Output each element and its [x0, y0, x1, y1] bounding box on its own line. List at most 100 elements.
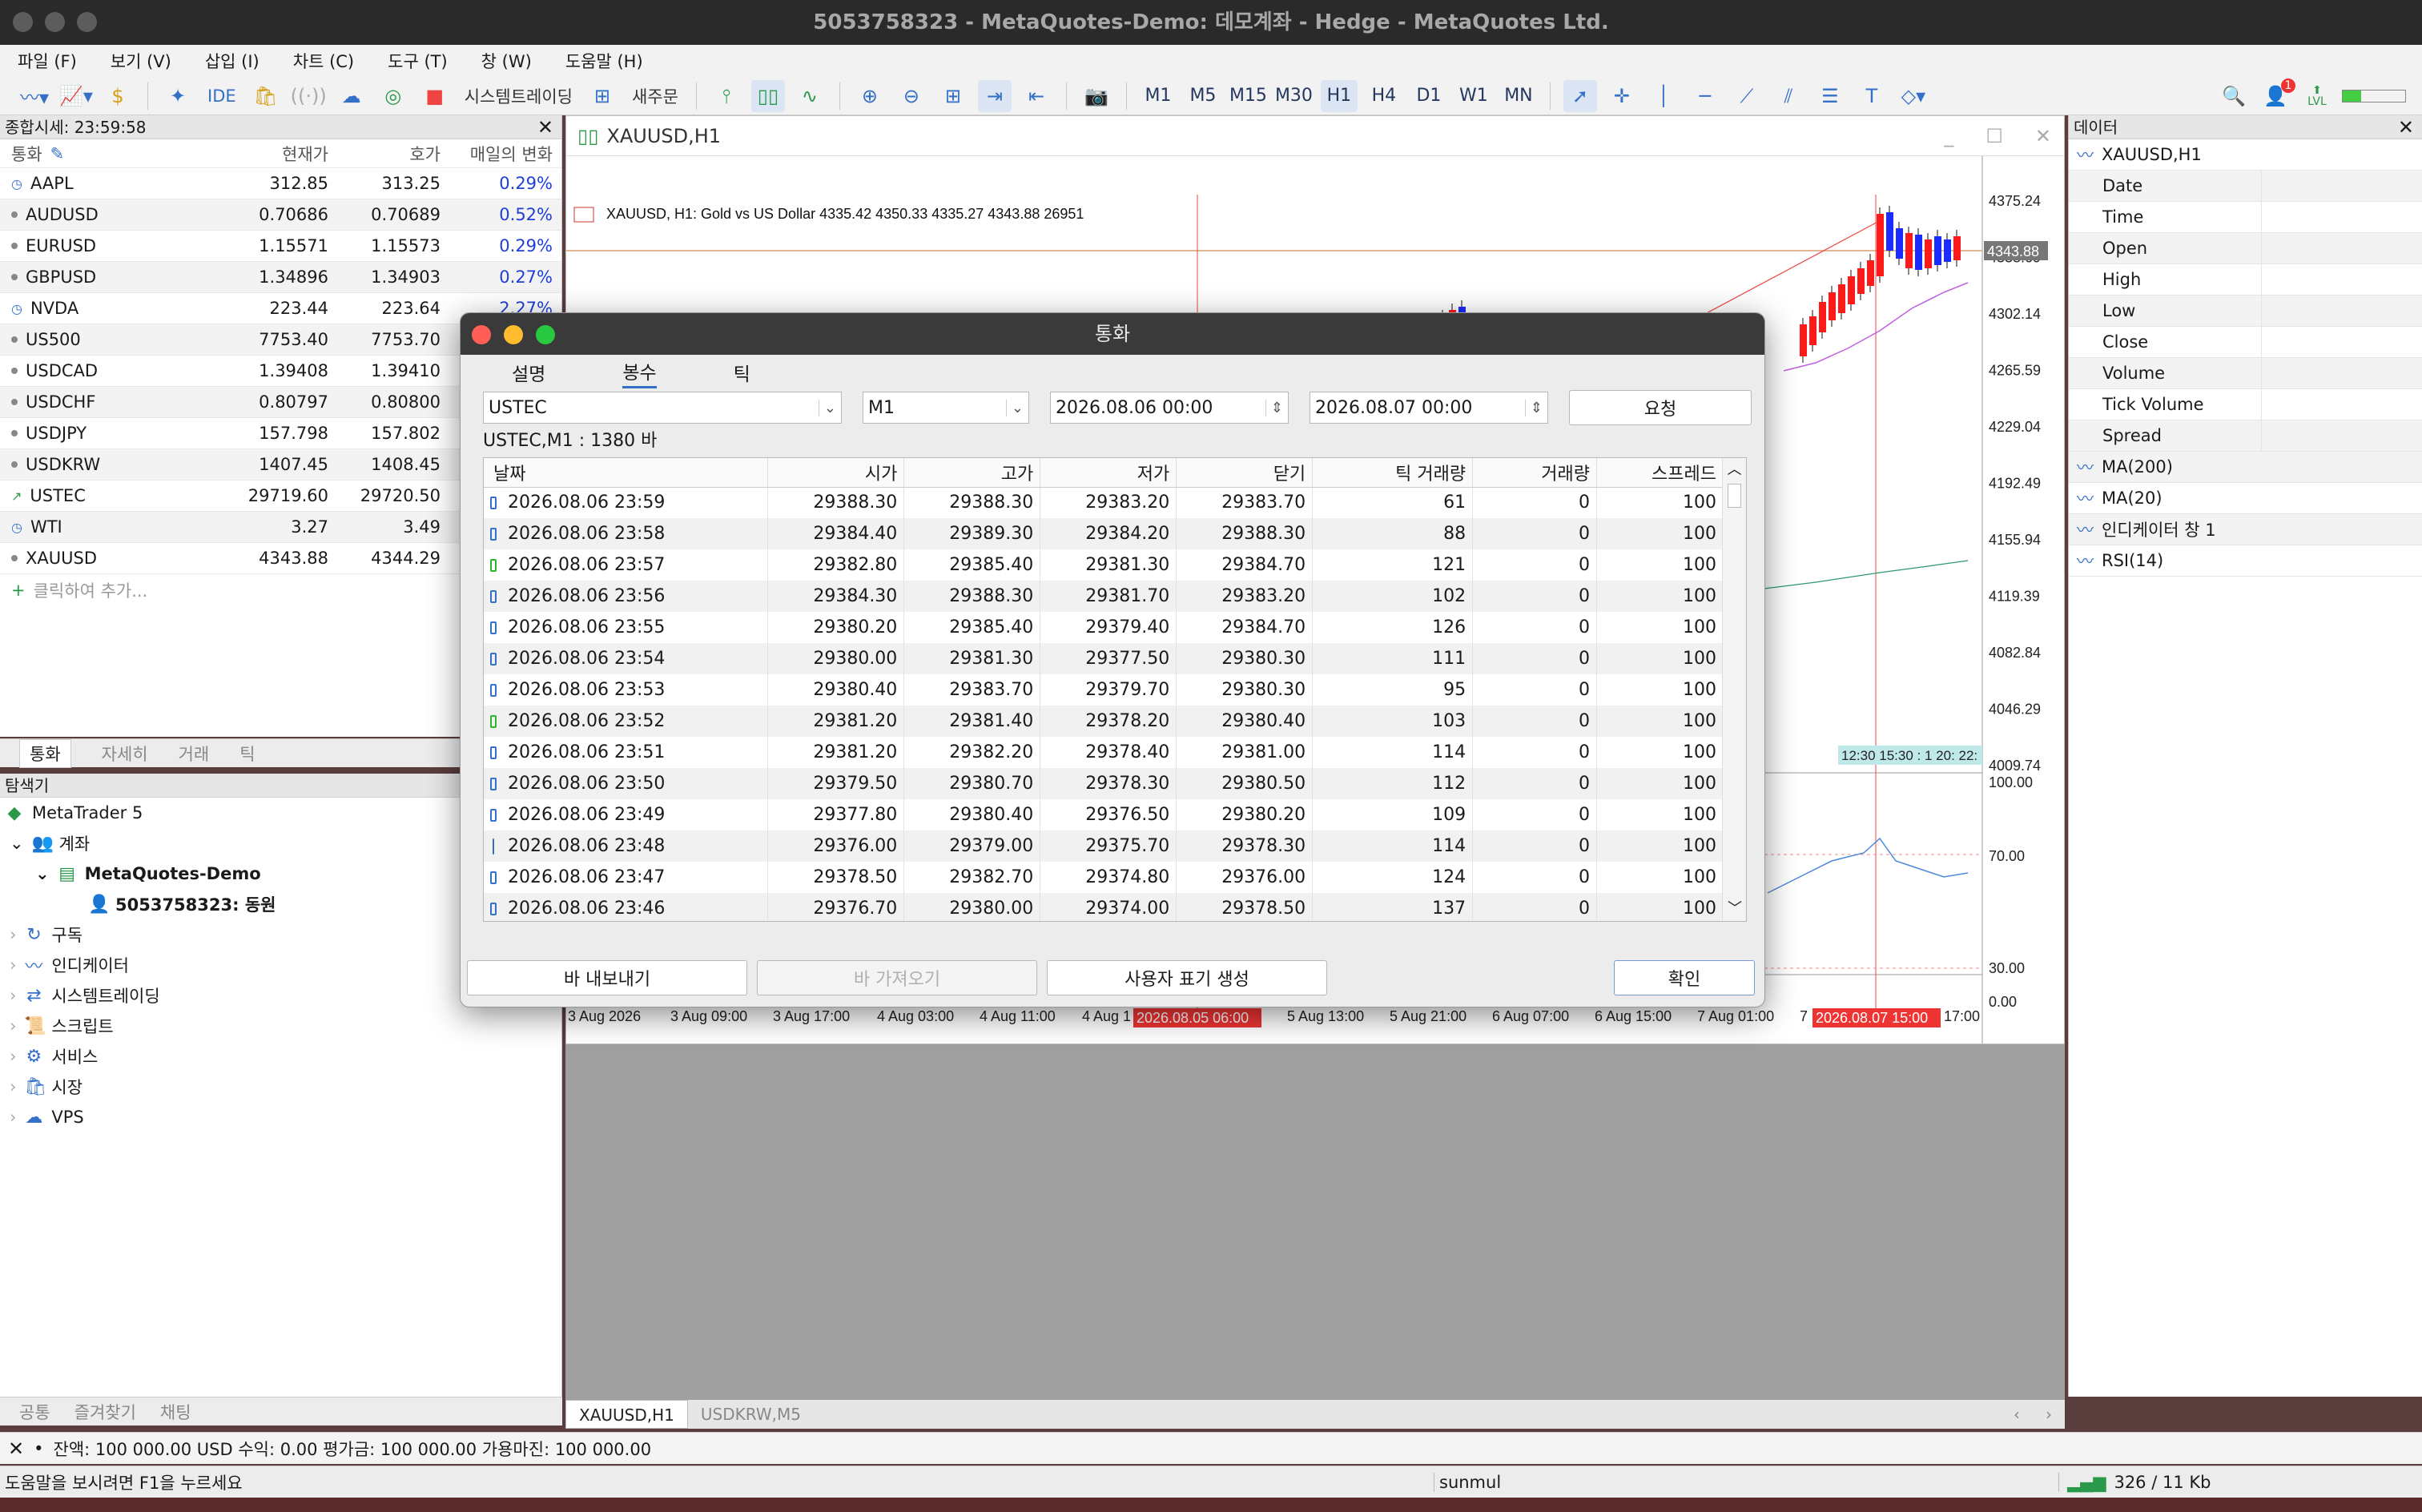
tab-symbols[interactable]: 통화 — [19, 738, 71, 768]
col-volume[interactable]: 거래량 — [1472, 458, 1597, 488]
menu-view[interactable]: 보기 (V) — [111, 49, 171, 73]
candle-chart-icon[interactable]: ▯▯ — [750, 79, 785, 112]
profile-name[interactable]: sunmul — [1434, 1472, 2058, 1492]
crosshair-icon[interactable]: ✛ — [1605, 80, 1639, 112]
cursor-icon[interactable]: ➚ — [1563, 79, 1597, 112]
menu-help[interactable]: 도움말 (H) — [565, 49, 643, 73]
shapes-icon[interactable]: ◇▾ — [1897, 80, 1930, 112]
sparkle-icon[interactable]: ✦ — [161, 80, 195, 112]
tab-chart-xauusd[interactable]: XAUUSD,H1 — [565, 1400, 688, 1429]
table-row[interactable]: 2026.08.06 23:55 29380.20 29385.40 29379.40… — [484, 612, 1724, 643]
stepper-icon[interactable]: ⇕ — [1265, 399, 1283, 416]
horizontal-line-icon[interactable]: ─ — [1688, 80, 1722, 112]
tab-favorites[interactable]: 즐겨찾기 — [74, 1400, 136, 1424]
minimize-window-button[interactable] — [45, 12, 65, 32]
table-row[interactable]: 2026.08.06 23:53 29380.40 29383.70 29379.70… — [484, 674, 1724, 706]
market-watch-row[interactable]: EURUSD 1.15571 1.15573 0.29% — [0, 231, 561, 262]
ide-button[interactable]: IDE — [203, 80, 241, 112]
tab-trading[interactable]: 거래 — [179, 742, 210, 766]
market-watch-row[interactable]: AUDUSD 0.70686 0.70689 0.52% — [0, 199, 561, 231]
col-high[interactable]: 고가 — [903, 458, 1041, 488]
edit-icon[interactable]: ✎ — [50, 144, 65, 163]
tab-ticks[interactable]: 틱 — [239, 742, 255, 766]
scroll-thumb[interactable] — [1728, 484, 1741, 508]
import-bars-button[interactable]: 바 가져오기 — [757, 960, 1037, 995]
vps-icon[interactable]: ◎ — [376, 80, 410, 112]
col-bid[interactable]: 현재가 — [224, 142, 336, 166]
menu-charts[interactable]: 차트 (C) — [293, 49, 354, 73]
dialog-zoom-button[interactable] — [536, 325, 555, 344]
col-spread[interactable]: 스프레드 — [1596, 458, 1724, 488]
screenshot-icon[interactable]: 📷 — [1080, 80, 1113, 112]
tab-dialog-ticks[interactable]: 틱 — [734, 359, 750, 386]
close-icon[interactable]: ✕ — [2398, 115, 2414, 139]
scroll-left-icon[interactable]: ‹ — [2001, 1400, 2033, 1429]
scroll-up-icon[interactable]: ︿ — [1723, 458, 1746, 482]
minimize-icon[interactable]: _ — [1944, 125, 1953, 147]
table-row[interactable]: 2026.08.06 23:47 29378.50 29382.70 29374.80… — [484, 862, 1724, 893]
market-watch-row[interactable]: GBPUSD 1.34896 1.34903 0.27% — [0, 262, 561, 293]
nav-item[interactable]: › ⚙ 서비스 — [0, 1041, 561, 1072]
table-scrollbar[interactable]: ︿ ﹀ — [1722, 458, 1746, 921]
tab-details[interactable]: 자세히 — [102, 742, 148, 766]
timeframe-mn[interactable]: MN — [1500, 80, 1537, 112]
vertical-line-icon[interactable]: │ — [1647, 80, 1680, 112]
dialog-minimize-button[interactable] — [504, 325, 523, 344]
close-icon[interactable]: ✕ — [8, 1438, 24, 1460]
menu-window[interactable]: 창 (W) — [481, 49, 532, 73]
menu-tools[interactable]: 도구 (T) — [388, 49, 448, 73]
tab-specification[interactable]: 설명 — [512, 359, 545, 386]
new-order-button[interactable]: 새주문 — [627, 80, 683, 112]
close-window-button[interactable] — [13, 12, 33, 32]
col-low[interactable]: 저가 — [1040, 458, 1177, 488]
menu-insert[interactable]: 삽입 (I) — [205, 49, 260, 73]
line-chart-icon[interactable]: ∿ — [793, 80, 827, 112]
menu-file[interactable]: 파일 (F) — [18, 49, 77, 73]
scroll-down-icon[interactable]: ﹀ — [1723, 897, 1746, 921]
dialog-close-button[interactable] — [472, 325, 491, 344]
tile-windows-icon[interactable]: ⊞ — [936, 80, 970, 112]
market-watch-row[interactable]: ◷ AAPL 312.85 313.25 0.29% — [0, 168, 561, 199]
zoom-in-icon[interactable]: ⊕ — [853, 80, 887, 112]
table-row[interactable]: 2026.08.06 23:50 29379.50 29380.70 29378.30… — [484, 768, 1724, 799]
chart-shift-icon[interactable]: ⇤ — [1020, 80, 1053, 112]
timeframe-m1[interactable]: M1 — [1140, 80, 1177, 112]
zoom-window-button[interactable] — [77, 12, 97, 32]
timeframe-m30[interactable]: M30 — [1275, 80, 1313, 112]
table-row[interactable]: 2026.08.06 23:57 29382.80 29385.40 29381.30… — [484, 549, 1724, 581]
stepper-icon[interactable]: ⇕ — [1524, 399, 1543, 416]
nav-item[interactable]: › ☁ VPS — [0, 1102, 561, 1132]
cloud-icon[interactable]: ☁ — [335, 80, 368, 112]
text-icon[interactable]: T — [1855, 80, 1889, 112]
algo-stop-icon[interactable]: ■ — [418, 80, 452, 112]
bar-chart-icon[interactable]: ⫯ — [710, 80, 743, 112]
algo-trading-button[interactable]: 시스템트레이딩 — [460, 80, 577, 112]
table-row[interactable]: 2026.08.06 23:56 29384.30 29388.30 29381.70… — [484, 581, 1724, 612]
market-icon[interactable]: 🛍 — [249, 80, 283, 112]
timeframe-h4[interactable]: H4 — [1366, 80, 1402, 112]
tab-chart-usdkrw[interactable]: USDKRW,M5 — [688, 1400, 814, 1429]
date-to-input[interactable]: 2026.08.07 00:00 ⇕ — [1310, 392, 1548, 424]
col-close[interactable]: 닫기 — [1176, 458, 1314, 488]
channel-icon[interactable]: ⫽ — [1772, 80, 1805, 112]
fibonacci-icon[interactable]: ☰ — [1813, 80, 1847, 112]
create-custom-symbol-button[interactable]: 사용자 표기 생성 — [1047, 960, 1327, 995]
col-change[interactable]: 매일의 변화 — [449, 142, 561, 166]
table-row[interactable]: 2026.08.06 23:49 29377.80 29380.40 29376.50… — [484, 799, 1724, 830]
table-row[interactable]: 2026.08.06 23:59 29388.30 29388.30 29383.20… — [484, 487, 1724, 518]
nav-item[interactable]: › 🛍 시장 — [0, 1072, 561, 1102]
table-row[interactable]: 2026.08.06 23:58 29384.40 29389.30 29384.20… — [484, 518, 1724, 549]
account-icon[interactable]: 👤 1 — [2259, 78, 2295, 112]
request-button[interactable]: 요청 — [1569, 390, 1752, 425]
table-row[interactable]: 2026.08.06 23:48 29376.00 29379.00 29375.70… — [484, 830, 1724, 862]
table-row[interactable]: 2026.08.06 23:51 29381.20 29382.20 29378.40… — [484, 737, 1724, 768]
timeframe-d1[interactable]: D1 — [1410, 80, 1447, 112]
scroll-right-icon[interactable]: › — [2033, 1400, 2065, 1429]
timeframe-w1[interactable]: W1 — [1455, 80, 1492, 112]
table-row[interactable]: 2026.08.06 23:52 29381.20 29381.40 29378.20… — [484, 706, 1724, 737]
col-tick-volume[interactable]: 틱 거래량 — [1312, 458, 1474, 488]
timeframe-m15[interactable]: M15 — [1229, 80, 1267, 112]
new-order-icon[interactable]: ⊞ — [585, 80, 619, 112]
search-icon[interactable]: 🔍 — [2217, 80, 2251, 112]
trendline-icon[interactable]: ⟋ — [1730, 80, 1764, 112]
